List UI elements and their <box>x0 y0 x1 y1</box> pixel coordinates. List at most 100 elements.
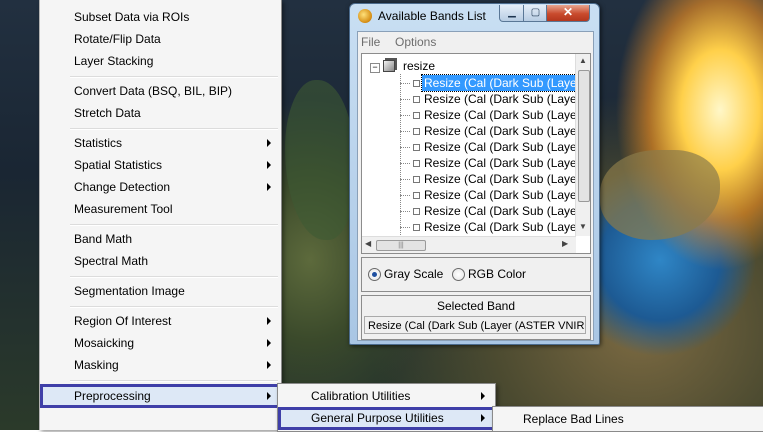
band-icon <box>413 176 420 183</box>
menu-item-rotate-flip-data[interactable]: Rotate/Flip Data <box>40 28 281 50</box>
submenu-arrow-icon <box>267 339 271 347</box>
band-label: Resize (Cal (Dark Sub (Layer ( <box>424 156 589 170</box>
radio-button-icon <box>452 268 465 281</box>
tree-band-item[interactable]: Resize (Cal (Dark Sub (Layer ( <box>400 139 588 155</box>
submenu-arrow-icon <box>267 183 271 191</box>
tree-band-item[interactable]: Resize (Cal (Dark Sub (Layer ( <box>400 107 588 123</box>
tree-band-item[interactable]: Resize (Cal (Dark Sub (Layer ( <box>400 91 588 107</box>
menu-item-subset-data-via-rois[interactable]: Subset Data via ROIs <box>40 6 281 28</box>
tree-connector <box>400 163 410 164</box>
menu-item-label: Statistics <box>74 136 123 150</box>
menu-file[interactable]: File <box>361 35 380 49</box>
tree-band-item[interactable]: Resize (Cal (Dark Sub (Layer ( <box>400 219 588 235</box>
band-icon <box>413 224 420 231</box>
tree-connector <box>400 147 410 148</box>
tree-band-item[interactable]: Resize (Cal (Dark Sub (Layer ( <box>400 187 588 203</box>
menu-separator <box>70 306 278 308</box>
menu-item-region-of-interest[interactable]: Region Of Interest <box>40 310 281 332</box>
scroll-right-icon[interactable]: ▶ <box>562 239 568 248</box>
band-label: Resize (Cal (Dark Sub (Layer ( <box>424 172 589 186</box>
band-label: Resize (Cal (Dark Sub (Layer ( <box>424 204 589 218</box>
minimize-icon: ▁ <box>508 7 516 18</box>
display-mode-group: Gray Scale RGB Color <box>361 257 591 292</box>
wallpaper-landmass <box>600 150 720 240</box>
selected-band-header: Selected Band <box>436 299 516 313</box>
menu-item-spectral-math[interactable]: Spectral Math <box>40 250 281 272</box>
tree-connector <box>400 131 410 132</box>
available-bands-window: Available Bands List ▁ ▢ ✕ File Options … <box>349 3 600 345</box>
minimize-button[interactable]: ▁ <box>499 5 525 22</box>
tree-connector <box>400 211 410 212</box>
menu-item-spatial-statistics[interactable]: Spatial Statistics <box>40 154 281 176</box>
menu-item-calibration-utilities[interactable]: Calibration Utilities <box>278 385 495 407</box>
menu-separator <box>70 276 278 278</box>
tree-band-item[interactable]: Resize (Cal (Dark Sub (Layer ( <box>400 171 588 187</box>
tree-connector <box>400 179 410 180</box>
menu-item-label: Segmentation Image <box>74 284 185 298</box>
tree-band-item[interactable]: Resize (Cal (Dark Sub (Layer ( <box>400 123 588 139</box>
bands-tree[interactable]: − resize Resize (Cal (Dark Sub (Layer ( … <box>361 53 591 254</box>
window-titlebar[interactable]: Available Bands List ▁ ▢ ✕ <box>350 4 599 30</box>
menu-separator <box>70 224 278 226</box>
horizontal-scrollbar[interactable]: ◀ ||| ▶ <box>362 236 576 253</box>
submenu-arrow-icon <box>267 161 271 169</box>
menu-item-label: Band Math <box>74 232 133 246</box>
band-icon <box>413 80 420 87</box>
band-icon <box>413 128 420 135</box>
maximize-button[interactable]: ▢ <box>523 5 548 22</box>
menu-item-mosaicking[interactable]: Mosaicking <box>40 332 281 354</box>
menu-separator <box>70 128 278 130</box>
maximize-icon: ▢ <box>530 7 541 18</box>
wallpaper-landmass <box>285 80 355 240</box>
menu-item-label: General Purpose Utilities <box>311 411 444 425</box>
menu-item-label: Preprocessing <box>74 389 151 403</box>
menu-separator <box>70 380 278 382</box>
menu-item-label: Region Of Interest <box>74 314 172 328</box>
scroll-thumb[interactable]: ||| <box>376 240 426 251</box>
scroll-left-icon[interactable]: ◀ <box>365 239 371 248</box>
radio-button-icon <box>368 268 381 281</box>
menu-item-label: Mosaicking <box>74 336 135 350</box>
tree-root-label[interactable]: resize <box>403 59 435 73</box>
menu-item-change-detection[interactable]: Change Detection <box>40 176 281 198</box>
window-client-area: File Options − resize Resize (Cal (Dark … <box>357 31 594 341</box>
band-icon <box>413 112 420 119</box>
band-icon <box>413 208 420 215</box>
collapse-icon[interactable]: − <box>370 63 380 73</box>
menu-item-masking[interactable]: Masking <box>40 354 281 376</box>
menu-item-statistics[interactable]: Statistics <box>40 132 281 154</box>
menu-item-label: Subset Data via ROIs <box>74 10 190 24</box>
menu-item-preprocessing[interactable]: Preprocessing <box>40 384 281 408</box>
menu-item-label: Masking <box>74 358 119 372</box>
tree-connector <box>400 99 410 100</box>
menu-item-band-math[interactable]: Band Math <box>40 228 281 250</box>
tree-band-item[interactable]: Resize (Cal (Dark Sub (Layer ( <box>400 74 590 92</box>
preprocessing-submenu: Calibration Utilities General Purpose Ut… <box>277 383 496 432</box>
menu-item-layer-stacking[interactable]: Layer Stacking <box>40 50 281 72</box>
vertical-scrollbar[interactable]: ▲ ▼ <box>575 54 590 236</box>
scroll-up-icon[interactable]: ▲ <box>579 56 587 65</box>
general-purpose-submenu: Replace Bad Lines <box>492 406 763 432</box>
menu-item-label: Replace Bad Lines <box>523 412 624 426</box>
menu-item-measurement-tool[interactable]: Measurement Tool <box>40 198 281 220</box>
menu-item-label: Measurement Tool <box>74 202 173 216</box>
menu-item-general-purpose-utilities[interactable]: General Purpose Utilities <box>278 407 495 430</box>
tree-band-item[interactable]: Resize (Cal (Dark Sub (Layer ( <box>400 155 588 171</box>
submenu-arrow-icon <box>267 317 271 325</box>
scroll-down-icon[interactable]: ▼ <box>579 222 587 231</box>
scroll-thumb[interactable] <box>578 70 590 202</box>
menu-item-replace-bad-lines[interactable]: Replace Bad Lines <box>493 408 763 430</box>
band-label: Resize (Cal (Dark Sub (Layer ( <box>424 124 589 138</box>
menu-item-label: Spectral Math <box>74 254 149 268</box>
band-icon <box>413 160 420 167</box>
menu-options[interactable]: Options <box>395 35 436 49</box>
close-button[interactable]: ✕ <box>546 5 590 22</box>
menu-item-segmentation-image[interactable]: Segmentation Image <box>40 280 281 302</box>
gray-scale-label: Gray Scale <box>384 267 444 281</box>
selected-band-value: Resize (Cal (Dark Sub (Layer (ASTER VNIR… <box>364 316 586 334</box>
band-label: Resize (Cal (Dark Sub (Layer ( <box>424 220 589 234</box>
menu-item-stretch-data[interactable]: Stretch Data <box>40 102 281 124</box>
tree-band-item[interactable]: Resize (Cal (Dark Sub (Layer ( <box>400 203 588 219</box>
submenu-arrow-icon <box>267 361 271 369</box>
menu-item-convert-data[interactable]: Convert Data (BSQ, BIL, BIP) <box>40 80 281 102</box>
